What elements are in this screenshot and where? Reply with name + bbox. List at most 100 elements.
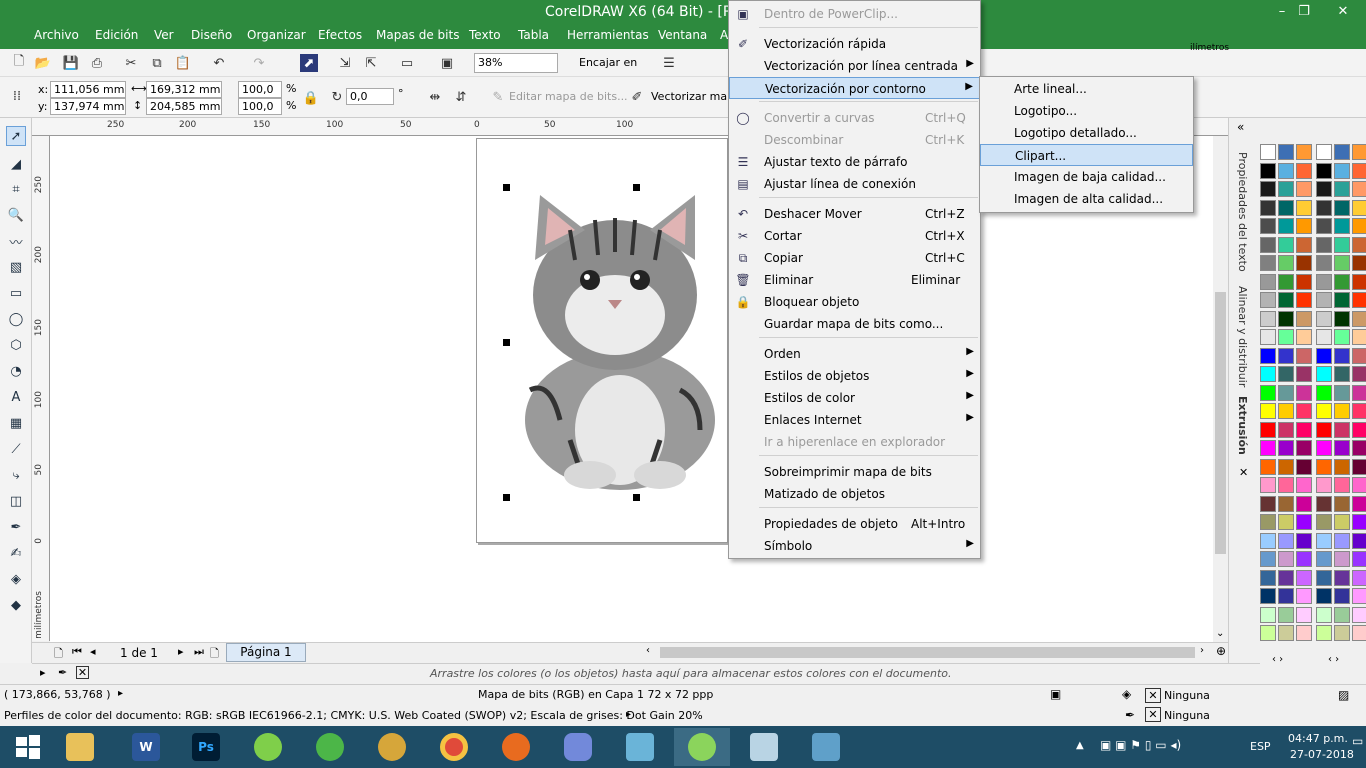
color-swatch[interactable] — [1296, 477, 1312, 493]
cut-icon[interactable]: ✂ — [122, 54, 140, 72]
undo-icon[interactable]: ↶ — [210, 54, 228, 72]
color-swatch[interactable] — [1352, 588, 1366, 604]
width-input[interactable]: 169,312 mm — [146, 81, 222, 98]
color-swatch[interactable] — [1352, 477, 1366, 493]
color-swatch[interactable] — [1334, 255, 1350, 271]
zoom-level-select[interactable]: 38% — [474, 53, 558, 73]
menu-item-orden[interactable]: Orden ▶ — [729, 343, 980, 365]
color-swatch[interactable] — [1334, 551, 1350, 567]
menu-item-deshacer-mover[interactable]: ↶ Deshacer Mover Ctrl+Z — [729, 203, 980, 225]
horizontal-scroll-thumb[interactable] — [660, 647, 1195, 658]
tab-propiedades-texto[interactable]: Propiedades del texto — [1236, 152, 1249, 272]
color-swatch[interactable] — [1260, 255, 1276, 271]
color-swatch[interactable] — [1278, 440, 1294, 456]
color-swatch[interactable] — [1296, 218, 1312, 234]
notifications-icon[interactable]: ▭ — [1352, 734, 1363, 748]
color-swatch[interactable] — [1352, 569, 1366, 586]
color-swatch[interactable] — [1316, 329, 1332, 345]
save-icon[interactable]: 💾 — [62, 54, 80, 72]
color-swatch[interactable] — [1334, 514, 1350, 530]
color-swatch[interactable] — [1316, 273, 1332, 290]
color-swatch[interactable] — [1334, 347, 1350, 364]
color-swatch[interactable] — [1296, 329, 1312, 345]
color-swatch[interactable] — [1352, 347, 1366, 364]
app-cubes-icon[interactable] — [612, 728, 668, 766]
edit-bitmap-icon[interactable]: ✎ — [489, 88, 507, 106]
color-swatch[interactable] — [1278, 310, 1294, 327]
photos-app-icon[interactable] — [798, 728, 854, 766]
height-input[interactable]: 204,585 mm — [146, 98, 222, 115]
color-swatch[interactable] — [1316, 403, 1332, 419]
palette-scroll-icon[interactable]: ‹ › — [1272, 654, 1283, 665]
rectangle-tool-icon[interactable]: ▭ — [6, 283, 26, 303]
color-swatch[interactable] — [1352, 292, 1366, 308]
color-swatch[interactable] — [1334, 403, 1350, 419]
rotation-angle-input[interactable]: 0,0 — [346, 88, 394, 105]
blend-tool-icon[interactable]: ◫ — [6, 491, 26, 511]
color-swatch[interactable] — [1278, 236, 1294, 253]
color-swatch[interactable] — [1334, 532, 1350, 549]
color-swatch[interactable] — [1334, 421, 1350, 438]
color-swatch[interactable] — [1316, 440, 1332, 456]
menu-item-cortar[interactable]: ✂ Cortar Ctrl+X — [729, 225, 980, 247]
color-swatch[interactable] — [1352, 384, 1366, 401]
color-swatch[interactable] — [1260, 236, 1276, 253]
color-swatch[interactable] — [1316, 588, 1332, 604]
color-swatch[interactable] — [1334, 458, 1350, 475]
add-page-icon[interactable]: 🗋 — [54, 645, 63, 664]
kitten-bitmap[interactable] — [510, 190, 730, 495]
zoom-navigator-icon[interactable]: ⊕ — [1216, 644, 1226, 658]
x-position-input[interactable]: 111,056 mm — [50, 81, 126, 98]
object-origin-icon[interactable]: ⁞⁞ — [8, 87, 26, 105]
color-swatch[interactable] — [1352, 273, 1366, 290]
firefox-icon[interactable] — [488, 728, 544, 766]
color-swatch[interactable] — [1352, 366, 1366, 382]
corel-photopaint-icon[interactable] — [364, 728, 420, 766]
color-swatch[interactable] — [1334, 329, 1350, 345]
color-swatch[interactable] — [1278, 329, 1294, 345]
color-swatch[interactable] — [1352, 551, 1366, 567]
color-swatch[interactable] — [1260, 347, 1276, 364]
menu-item-simbolo[interactable]: Símbolo ▶ — [729, 535, 980, 557]
color-swatch[interactable] — [1334, 218, 1350, 234]
color-swatch[interactable] — [1278, 255, 1294, 271]
menu-item-eliminar[interactable]: 🗑 Eliminar Eliminar — [729, 269, 980, 291]
menu-item-copiar[interactable]: ⧉ Copiar Ctrl+C — [729, 247, 980, 269]
color-swatch[interactable] — [1316, 181, 1332, 197]
color-swatch[interactable] — [1296, 347, 1312, 364]
color-swatch[interactable] — [1352, 495, 1366, 512]
color-swatch[interactable] — [1260, 162, 1276, 179]
shape-tool-icon[interactable]: ◢ — [6, 154, 26, 174]
color-swatch[interactable] — [1352, 421, 1366, 438]
color-swatch[interactable] — [1316, 347, 1332, 364]
snap-to-dropdown[interactable]: Encajar en — [579, 56, 637, 69]
close-button[interactable]: ✕ — [1320, 0, 1366, 22]
menu-ayuda[interactable]: A — [720, 28, 728, 42]
color-swatch[interactable] — [1278, 421, 1294, 438]
corel-connect-icon[interactable] — [240, 728, 296, 766]
interactive-fill-tool-icon[interactable]: ◆ — [6, 595, 26, 615]
next-page-icon[interactable]: ▸ — [178, 645, 184, 658]
submenu-item-logotipo-detallado[interactable]: Logotipo detallado... — [980, 122, 1193, 144]
color-swatch[interactable] — [1278, 532, 1294, 549]
add-page-after-icon[interactable]: 🗋 — [210, 645, 219, 664]
menu-item-sobreimprimir[interactable]: Sobreimprimir mapa de bits — [729, 461, 980, 483]
mirror-vertical-icon[interactable]: ⇵ — [452, 88, 470, 106]
color-swatch[interactable] — [1260, 625, 1276, 641]
color-swatch[interactable] — [1352, 606, 1366, 623]
submenu-item-imagen-alta-calidad[interactable]: Imagen de alta calidad... — [980, 188, 1193, 210]
color-swatch[interactable] — [1296, 199, 1312, 216]
menu-item-guardar-mapa-bits[interactable]: Guardar mapa de bits como... — [729, 313, 980, 335]
color-swatch[interactable] — [1278, 551, 1294, 567]
color-swatch[interactable] — [1278, 218, 1294, 234]
color-swatch[interactable] — [1352, 144, 1366, 160]
tab-pagina-1[interactable]: Página 1 — [226, 643, 306, 662]
color-swatch[interactable] — [1316, 236, 1332, 253]
color-swatch[interactable] — [1352, 255, 1366, 271]
color-swatch[interactable] — [1316, 551, 1332, 567]
color-swatch[interactable] — [1352, 458, 1366, 475]
color-swatch[interactable] — [1296, 366, 1312, 382]
color-swatch[interactable] — [1334, 477, 1350, 493]
color-swatch[interactable] — [1316, 310, 1332, 327]
color-swatch[interactable] — [1352, 218, 1366, 234]
